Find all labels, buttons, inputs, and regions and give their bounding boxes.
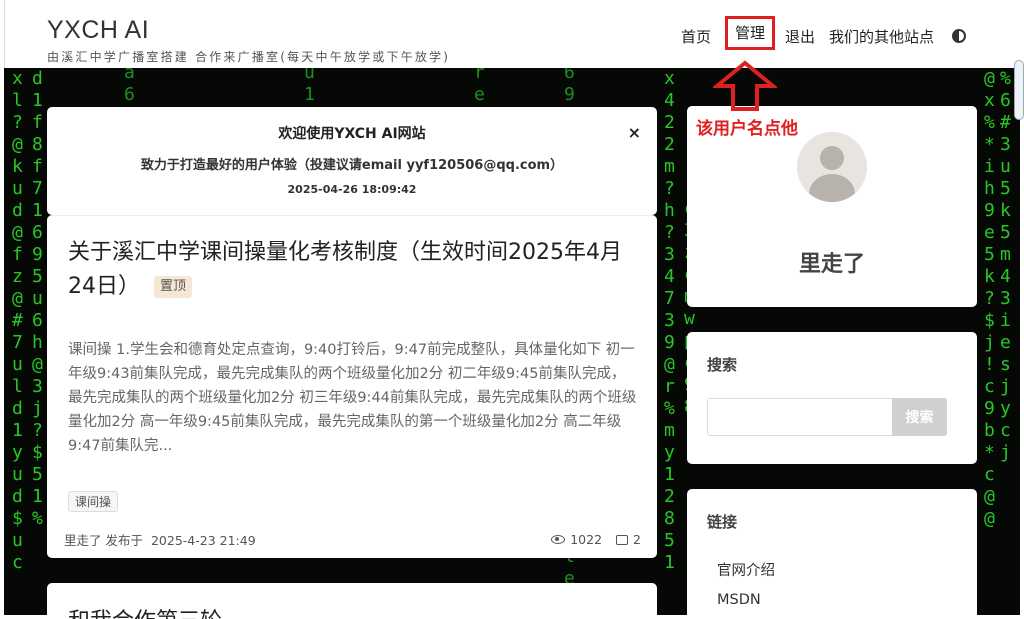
post-author[interactable]: 里走了 [64,533,102,548]
site-title[interactable]: YXCH AI [47,16,149,45]
post-date: 2025-4-23 21:49 [150,533,256,548]
nav-other-sites[interactable]: 我们的其他站点 [829,26,934,47]
close-icon[interactable]: × [628,123,641,142]
main-nav: 首页 管理 退出 我们的其他站点 [681,16,967,50]
post-title[interactable]: 关于溪汇中学课间操量化考核制度（生效时间2025年4月24日） 置顶 [68,236,638,304]
matrix-column: @ x % * i h 9 e 5 k ? $ j ! c 9 b * c @ … [984,68,995,529]
site-header: YXCH AI 由溪汇中学广播室搭建 合作来广播室(每天中午放学或下午放学) 首… [4,0,1020,68]
notice-date: 2025-04-26 18:09:42 [287,183,417,196]
post-meta: 里走了 发布于 2025-4-23 21:49 [64,530,256,549]
eye-icon [551,535,566,544]
nav-logout[interactable]: 退出 [785,26,815,47]
link-item[interactable]: MSDN [717,592,761,608]
avatar-head-shape [820,146,844,170]
link-item[interactable]: 官网介绍 [717,559,775,580]
post-published-label: 发布于 [105,533,144,548]
pinned-badge: 置顶 [154,276,193,298]
site-subtitle: 由溪汇中学广播室搭建 合作来广播室(每天中午放学或下午放学) [47,50,451,64]
theme-toggle-icon[interactable] [952,29,967,43]
search-widget: 搜索 搜索 [687,332,977,464]
annotation-label: 该用户名点他 [696,119,798,139]
search-heading: 搜索 [707,356,738,374]
profile-username[interactable]: 里走了 [687,246,977,278]
notice-title: 欢迎使用YXCH AI网站 [278,126,426,142]
search-input[interactable] [707,398,893,436]
notice-card: 欢迎使用YXCH AI网站 致力于打造最好的用户体验（投建议请email yyf… [47,107,657,215]
annotation-arrow-icon [713,60,777,111]
post-tag[interactable]: 课间操 [68,491,119,512]
post-title[interactable]: 和我合作第三轮 [68,603,222,619]
links-heading: 链接 [707,513,738,531]
nav-home[interactable]: 首页 [681,26,711,47]
matrix-column: % 6 # 3 u 5 k 5 m 4 3 i e s j y c j [1000,68,1011,463]
notice-body: 致力于打造最好的用户体验（投建议请email yyf120506@qq.com） [140,158,564,173]
matrix-column: d 1 f 8 f 7 1 6 9 5 u 6 h @ 3 j ? $ 5 1 … [32,68,43,529]
matrix-column: x 4 2 2 m ? h ? 3 4 7 3 9 @ r % m y 1 2 … [664,68,675,573]
post-stats: 1022 2 [551,532,641,547]
post-title-text[interactable]: 关于溪汇中学课间操量化考核制度（生效时间2025年4月24日） [68,240,622,299]
page-scrollbar[interactable] [1014,60,1024,120]
post-card[interactable]: 关于溪汇中学课间操量化考核制度（生效时间2025年4月24日） 置顶 课间操 1.… [47,215,657,558]
post-excerpt: 课间操 1.学生会和德育处定点查询，9:40打铃后，9:47前完成整队，具体量化… [68,342,637,454]
avatar[interactable] [797,132,867,202]
comment-count[interactable]: 2 [633,532,641,547]
avatar-body-shape [809,174,855,202]
comment-icon [616,534,629,545]
post-card[interactable]: 和我合作第三轮 [47,583,657,619]
matrix-column: x l ? @ k u d @ f z @ # 7 u l d 1 y u d … [12,68,23,573]
links-widget: 链接 官网介绍 MSDN [687,489,977,619]
search-button[interactable]: 搜索 [892,398,947,436]
view-count: 1022 [570,532,603,547]
nav-admin[interactable]: 管理 [725,16,776,50]
